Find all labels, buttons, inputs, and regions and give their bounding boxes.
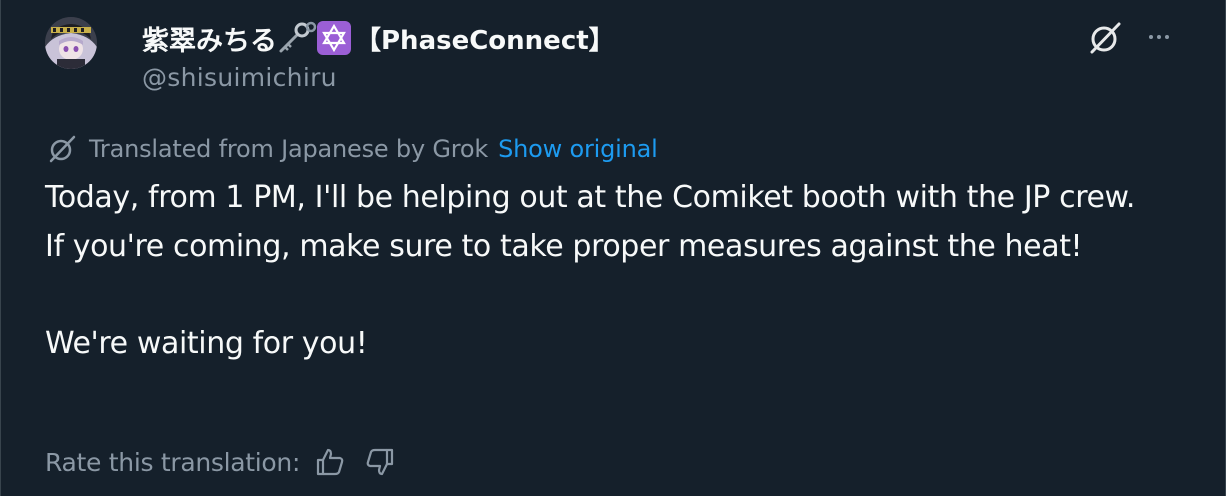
thumbs-down-icon[interactable] [364,446,396,478]
show-original-link[interactable]: Show original [498,135,658,163]
author-handle[interactable]: @shisuimichiru [142,63,337,92]
author-display-name[interactable]: 紫翠みちる [142,19,277,58]
more-dot [1157,35,1161,39]
rate-translation-label: Rate this translation: [45,447,301,477]
avatar-image [45,17,97,69]
translation-notice: Translated from Japanese by Grok Show or… [47,133,658,165]
thumbs-up-icon[interactable] [314,446,346,478]
more-dot [1149,35,1153,39]
post-text-blank-line [45,271,1165,320]
post-card: 紫翠みちる 【PhaseConnect】 @shisuimichiru Tran… [0,0,1226,496]
rate-translation-row: Rate this translation: [45,444,396,480]
post-text-line: We're waiting for you! [45,325,368,361]
grok-icon[interactable] [1087,20,1123,56]
grok-icon [47,134,77,164]
post-text: Today, from 1 PM, I'll be helping out at… [45,174,1165,368]
post-text-line: If you're coming, make sure to take prop… [45,228,1083,264]
post-text-line: Today, from 1 PM, I'll be helping out at… [45,180,1136,215]
key-icon [277,21,317,55]
more-dot [1165,35,1169,39]
more-options-icon[interactable] [1141,22,1177,52]
author-name-row[interactable]: 紫翠みちる 【PhaseConnect】 [142,18,615,58]
avatar[interactable] [45,17,97,69]
star-of-david-badge-icon [317,21,351,55]
author-org-name[interactable]: 【PhaseConnect】 [355,20,615,57]
translation-notice-text: Translated from Japanese by Grok [89,135,489,163]
